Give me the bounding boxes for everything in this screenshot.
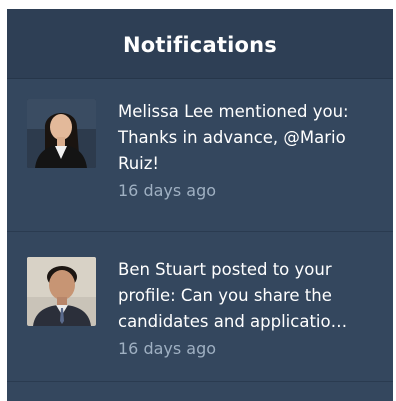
notification-item[interactable]: Ben Stuart posted to your profile: Can y… (7, 232, 393, 382)
notification-message: Ben Stuart posted to your profile: Can y… (118, 260, 348, 331)
notifications-panel: Notifications Melissa Lee mentioned you:… (7, 9, 393, 401)
header-bar: Notifications (7, 9, 393, 79)
user-avatar-icon (27, 257, 96, 326)
avatar[interactable] (27, 99, 96, 168)
notification-item[interactable]: Melissa Lee mentioned you: Thanks in adv… (7, 79, 393, 232)
notification-message: Melissa Lee mentioned you: Thanks in adv… (118, 102, 349, 173)
user-avatar-icon (27, 99, 96, 168)
notification-body: Melissa Lee mentioned you: Thanks in adv… (118, 99, 380, 231)
notification-body: Ben Stuart posted to your profile: Can y… (118, 257, 380, 381)
notification-timestamp: 16 days ago (118, 339, 217, 358)
page-title: Notifications (123, 32, 277, 57)
notification-list: Melissa Lee mentioned you: Thanks in adv… (7, 79, 393, 382)
notification-timestamp: 16 days ago (118, 181, 217, 200)
avatar[interactable] (27, 257, 96, 326)
